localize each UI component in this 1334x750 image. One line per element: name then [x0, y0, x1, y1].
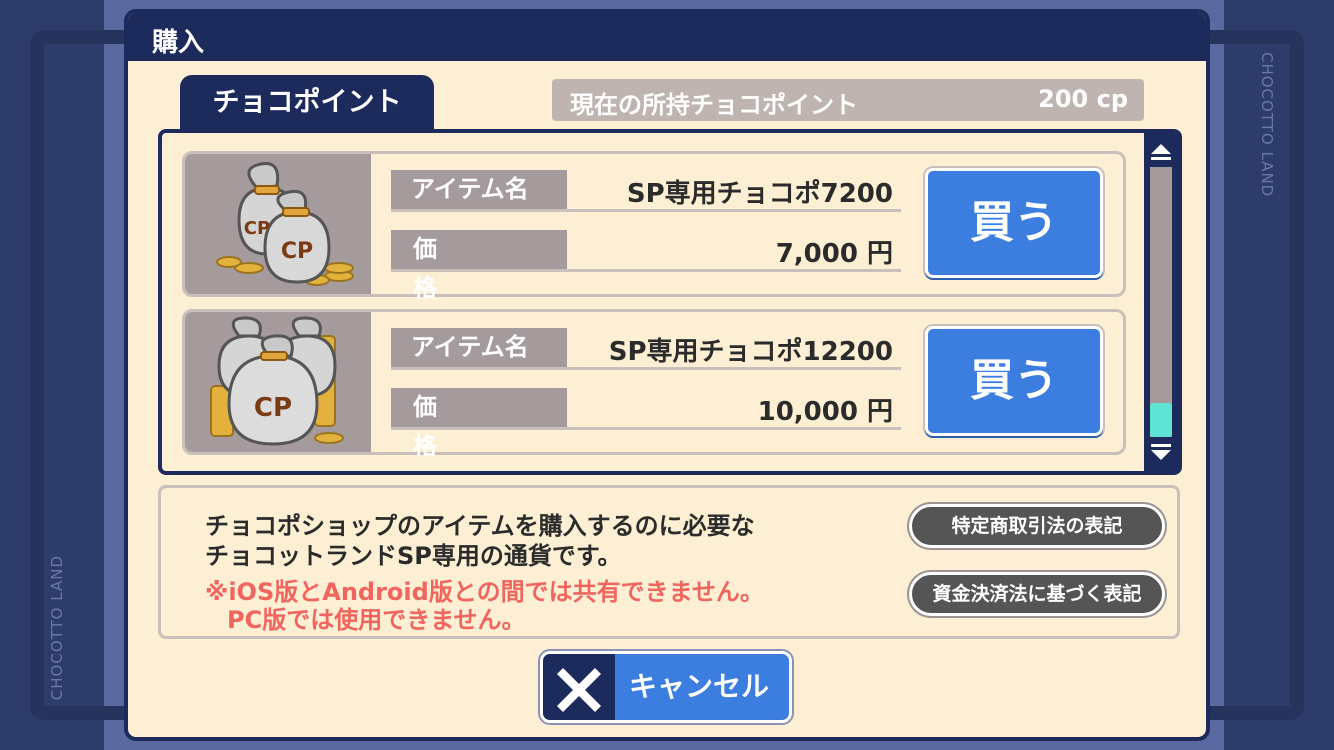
item-thumbnail: CP	[185, 312, 371, 452]
buy-button[interactable]: 買う	[925, 326, 1103, 436]
buy-button[interactable]: 買う	[925, 168, 1103, 278]
svg-text:CP: CP	[254, 393, 292, 423]
item-price: 10,000 円	[757, 397, 893, 427]
item-name-field: アイテム名 SP専用チョコポ7200	[391, 170, 901, 212]
balance-label: 現在の所持チョコポイント	[570, 91, 858, 119]
item-name: SP専用チョコポ7200	[626, 179, 893, 209]
item-price-field: 価格 10,000 円	[391, 388, 901, 460]
item-thumbnail: CP CP	[185, 154, 371, 294]
background-brand-right: CHOCOTTO LAND	[1258, 52, 1276, 198]
item-price-label: 価格	[391, 388, 567, 460]
dialog-title-bar: 購入	[128, 13, 1206, 61]
money-bag-icon: CP CP	[216, 161, 354, 286]
balance-value: 200 cp	[1038, 85, 1128, 113]
close-icon	[557, 668, 601, 712]
payment-law-button[interactable]: 資金決済法に基づく表記	[909, 572, 1165, 616]
chevron-down-icon[interactable]	[1148, 441, 1174, 467]
item-name: SP専用チョコポ12200	[608, 337, 893, 367]
chevron-up-icon[interactable]	[1148, 137, 1174, 163]
info-text-line-2: チョコットランドSP専用の通貨です。	[205, 542, 622, 570]
item-name-label: アイテム名	[391, 328, 567, 367]
item-name-label: アイテム名	[391, 170, 567, 209]
item-list: CP CP アイテム名 SP専用チョコポ7200 価格 7,000 円 買う C…	[158, 129, 1182, 475]
purchase-dialog: 購入 チョコポイント 現在の所持チョコポイント 200 cp CP CP アイテ…	[124, 9, 1210, 741]
list-item: CP アイテム名 SP専用チョコポ12200 価格 10,000 円 買う	[182, 309, 1126, 460]
commercial-law-button[interactable]: 特定商取引法の表記	[909, 504, 1165, 548]
item-price: 7,000 円	[775, 239, 893, 269]
scroll-track[interactable]	[1150, 167, 1172, 437]
item-name-field: アイテム名 SP専用チョコポ12200	[391, 328, 901, 370]
cancel-label: キャンセル	[629, 670, 770, 703]
scroll-thumb[interactable]	[1150, 403, 1172, 437]
balance-bar: 現在の所持チョコポイント 200 cp	[552, 79, 1144, 121]
item-price-field: 価格 7,000 円	[391, 230, 901, 302]
scrollbar[interactable]	[1144, 133, 1178, 471]
warning-text-line-2: PC版では使用できません。	[227, 606, 526, 634]
cancel-button[interactable]: キャンセル	[540, 651, 792, 723]
svg-text:CP: CP	[244, 218, 270, 239]
tab-choco-point[interactable]: チョコポイント	[180, 75, 434, 131]
info-panel: チョコポショップのアイテムを購入するのに必要な チョコットランドSP専用の通貨で…	[158, 485, 1180, 639]
svg-text:CP: CP	[281, 239, 313, 264]
background-brand-left: CHOCOTTO LAND	[48, 554, 66, 700]
item-price-label: 価格	[391, 230, 567, 302]
cancel-icon-box	[543, 654, 615, 720]
money-bags-icon: CP	[210, 316, 344, 446]
dialog-title: 購入	[152, 28, 205, 58]
list-item: CP CP アイテム名 SP専用チョコポ7200 価格 7,000 円 買う	[182, 151, 1126, 302]
